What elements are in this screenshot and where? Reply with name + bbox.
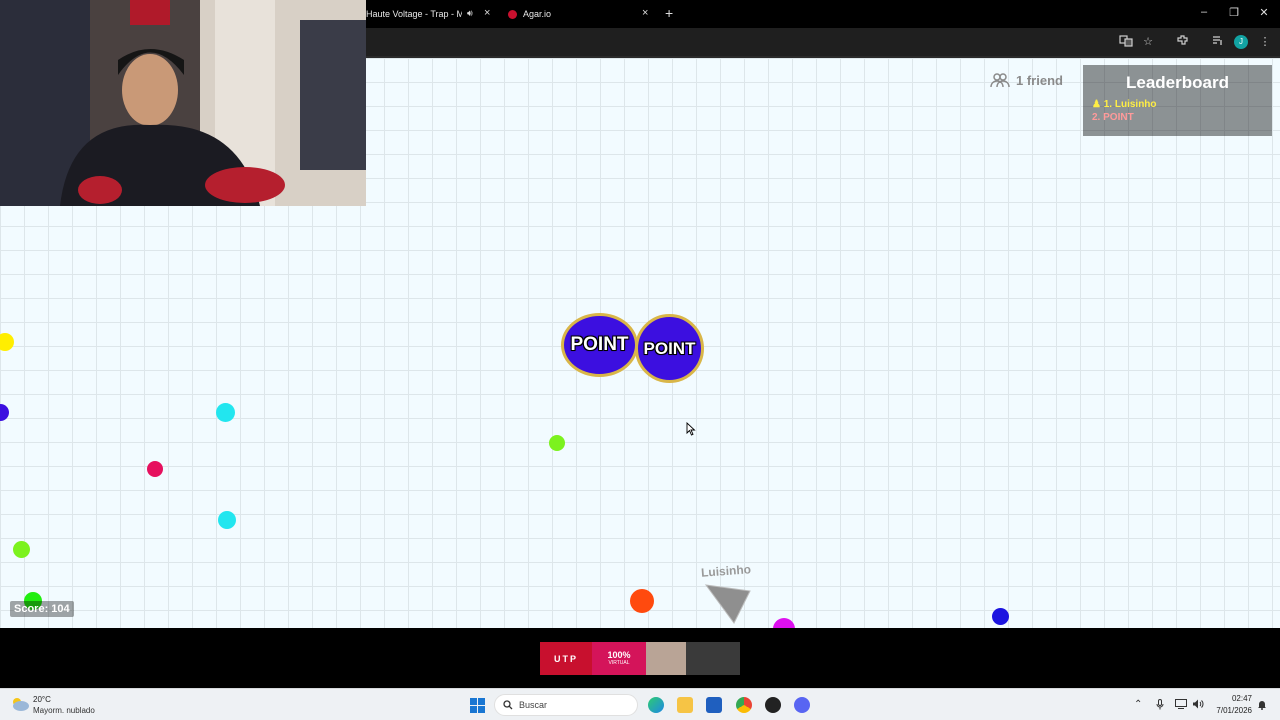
- microphone-icon[interactable]: [1156, 699, 1164, 713]
- score-display: Score: 104: [10, 601, 74, 617]
- player-cell: POINT: [561, 313, 638, 377]
- screen: Haute Voltage - Trap - Mús 🔊︎ × Agar.io …: [0, 0, 1280, 720]
- food-pellet: [773, 618, 795, 628]
- food-pellet: [218, 511, 236, 529]
- friend-count[interactable]: 1 friend: [990, 73, 1063, 88]
- network-icon[interactable]: [1175, 699, 1187, 712]
- minimize-button[interactable]: –: [1194, 6, 1214, 18]
- food-pellet: [549, 435, 565, 451]
- search-placeholder: Buscar: [519, 700, 548, 710]
- taskbar-search[interactable]: Buscar: [494, 694, 638, 716]
- food-pellet: [147, 461, 163, 477]
- food-pellet: [992, 608, 1009, 625]
- tab-title: Agar.io: [523, 9, 552, 19]
- translate-icon[interactable]: [1118, 34, 1134, 50]
- edge-icon[interactable]: [648, 697, 664, 713]
- clock-time[interactable]: 02:47: [1230, 694, 1252, 703]
- player-cell: POINT: [635, 314, 704, 383]
- food-pellet: [0, 333, 14, 351]
- store-icon[interactable]: [706, 697, 722, 713]
- food-pellet: [13, 541, 30, 558]
- leaderboard-entry: 2. POINT: [1092, 112, 1134, 123]
- tab-close-button[interactable]: ×: [642, 7, 648, 19]
- windows-logo-icon: [470, 698, 477, 705]
- cell-name: POINT: [643, 338, 696, 358]
- weather-description: Mayorm. nublado: [33, 706, 95, 715]
- ad-headline: 100%: [607, 650, 631, 660]
- media-control-icon[interactable]: [1209, 34, 1225, 50]
- self-marker-icon: ♟: [1092, 99, 1101, 110]
- start-button[interactable]: [470, 698, 485, 713]
- profile-avatar[interactable]: J: [1234, 35, 1248, 49]
- food-pellet: [0, 404, 9, 421]
- tab-title: Haute Voltage - Trap - Mús: [366, 9, 462, 19]
- extensions-icon[interactable]: [1174, 34, 1190, 50]
- leaderboard-title: Leaderboard: [1126, 73, 1229, 92]
- tab-agario[interactable]: Agar.io ×: [508, 4, 658, 24]
- restore-button[interactable]: ❐: [1224, 6, 1244, 19]
- tab-close-button[interactable]: ×: [484, 7, 490, 19]
- friend-count-label: 1 friend: [1016, 73, 1063, 88]
- food-pellet: [630, 589, 654, 613]
- speaker-icon[interactable]: 🔊︎: [467, 8, 473, 19]
- clock-date[interactable]: 7/01/2026: [1214, 706, 1252, 715]
- obs-icon[interactable]: [765, 697, 781, 713]
- discord-icon[interactable]: [794, 697, 810, 713]
- ad-brand: UTP: [540, 642, 592, 675]
- ad-photo-image: [646, 642, 686, 675]
- ad-headline-block: 100% VIRTUAL: [592, 642, 646, 675]
- chrome-icon[interactable]: [736, 697, 752, 713]
- file-explorer-icon[interactable]: [677, 697, 693, 713]
- friends-icon: [990, 73, 1010, 88]
- advertisement-banner[interactable]: UTP 100% VIRTUAL: [540, 642, 740, 675]
- weather-cloud-icon[interactable]: [10, 696, 30, 712]
- menu-icon[interactable]: ⋮: [1257, 34, 1273, 50]
- bookmark-star-icon[interactable]: ☆: [1140, 34, 1156, 50]
- webcam-person-image: [0, 0, 366, 206]
- cell-name: POINT: [570, 334, 629, 355]
- player-name-label: Luisinho: [700, 562, 752, 580]
- webcam-overlay: [0, 0, 366, 206]
- notification-bell-icon[interactable]: [1257, 699, 1267, 713]
- volume-icon[interactable]: [1192, 699, 1204, 712]
- food-pellet: [216, 403, 235, 422]
- new-tab-button[interactable]: +: [665, 5, 673, 21]
- player-pointer-icon: [704, 584, 751, 624]
- ad-text-panel: [686, 642, 740, 675]
- tab-music[interactable]: Haute Voltage - Trap - Mús 🔊︎ ×: [366, 4, 496, 24]
- agario-favicon-icon: [508, 9, 517, 19]
- window-close-button[interactable]: ✕: [1254, 6, 1274, 19]
- mouse-cursor-icon: [686, 422, 696, 436]
- search-icon: [503, 700, 513, 710]
- ad-subheadline: VIRTUAL: [608, 660, 630, 666]
- leaderboard: Leaderboard ♟ 1. Luisinho 2. POINT: [1083, 65, 1272, 136]
- chevron-up-icon[interactable]: ⌃: [1134, 699, 1142, 710]
- weather-temperature: 20°C: [33, 695, 51, 704]
- leaderboard-entry: ♟ 1. Luisinho: [1092, 99, 1157, 110]
- taskbar: 20°C Mayorm. nublado Buscar ⌃ 02:47 7/01…: [0, 688, 1280, 720]
